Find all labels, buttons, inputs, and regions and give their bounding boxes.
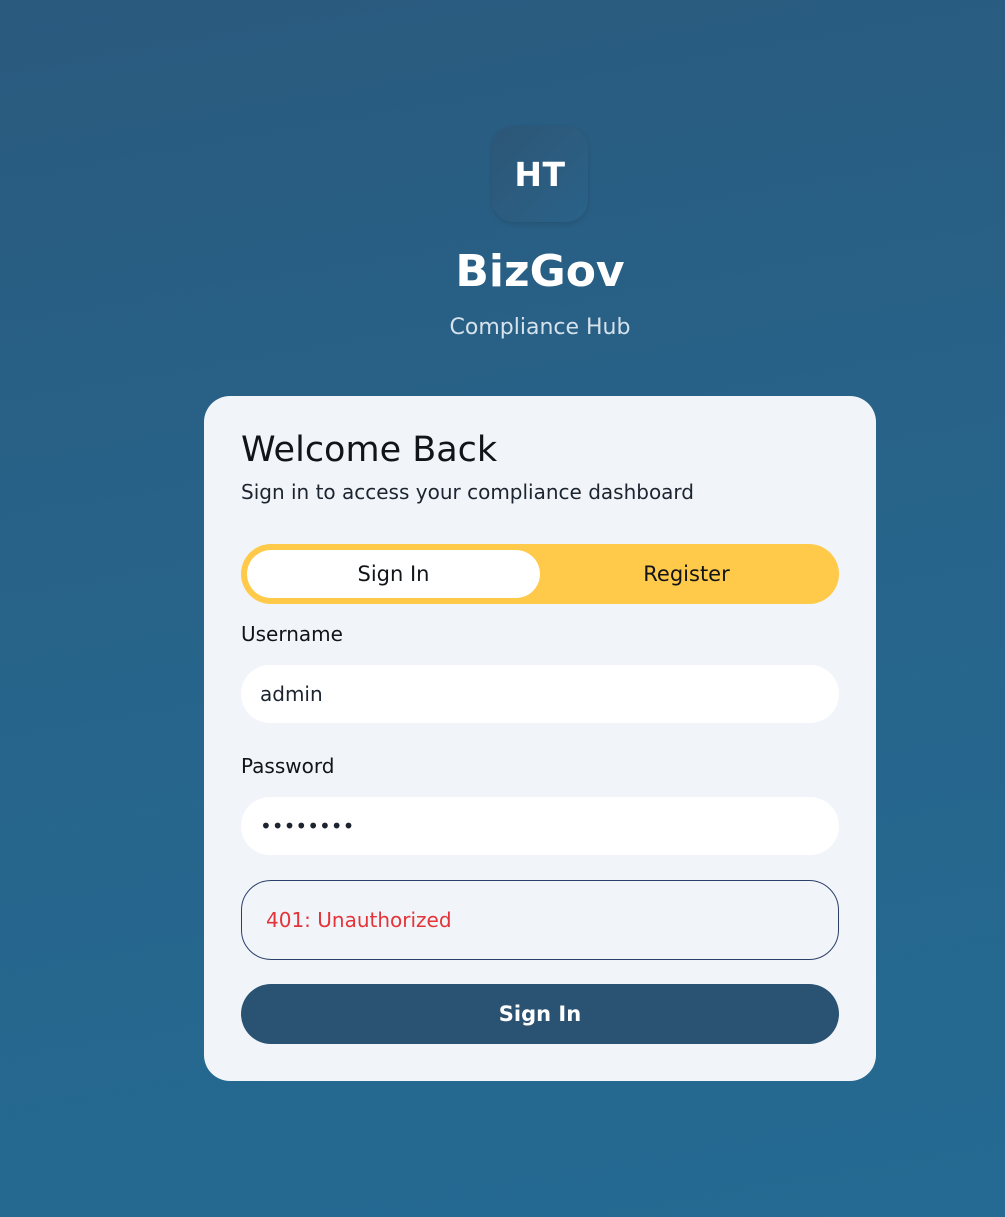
username-input[interactable] xyxy=(241,665,839,723)
brand-subtitle: Compliance Hub xyxy=(449,315,631,340)
login-card: Welcome Back Sign in to access your comp… xyxy=(204,396,876,1081)
error-alert: 401: Unauthorized xyxy=(241,880,839,960)
card-subtitle: Sign in to access your compliance dashbo… xyxy=(241,480,694,504)
username-label: Username xyxy=(241,622,343,646)
password-label: Password xyxy=(241,754,335,778)
brand-title: BizGov xyxy=(455,246,625,297)
tab-sign-in[interactable]: Sign In xyxy=(247,550,540,598)
tab-register[interactable]: Register xyxy=(540,550,833,598)
card-title: Welcome Back xyxy=(241,430,498,470)
logo-tile: HT xyxy=(492,126,588,222)
error-message: 401: Unauthorized xyxy=(266,908,452,932)
auth-tabs: Sign In Register xyxy=(241,544,839,604)
logo-text: HT xyxy=(514,154,566,194)
password-input[interactable] xyxy=(241,797,839,855)
sign-in-button[interactable]: Sign In xyxy=(241,984,839,1044)
